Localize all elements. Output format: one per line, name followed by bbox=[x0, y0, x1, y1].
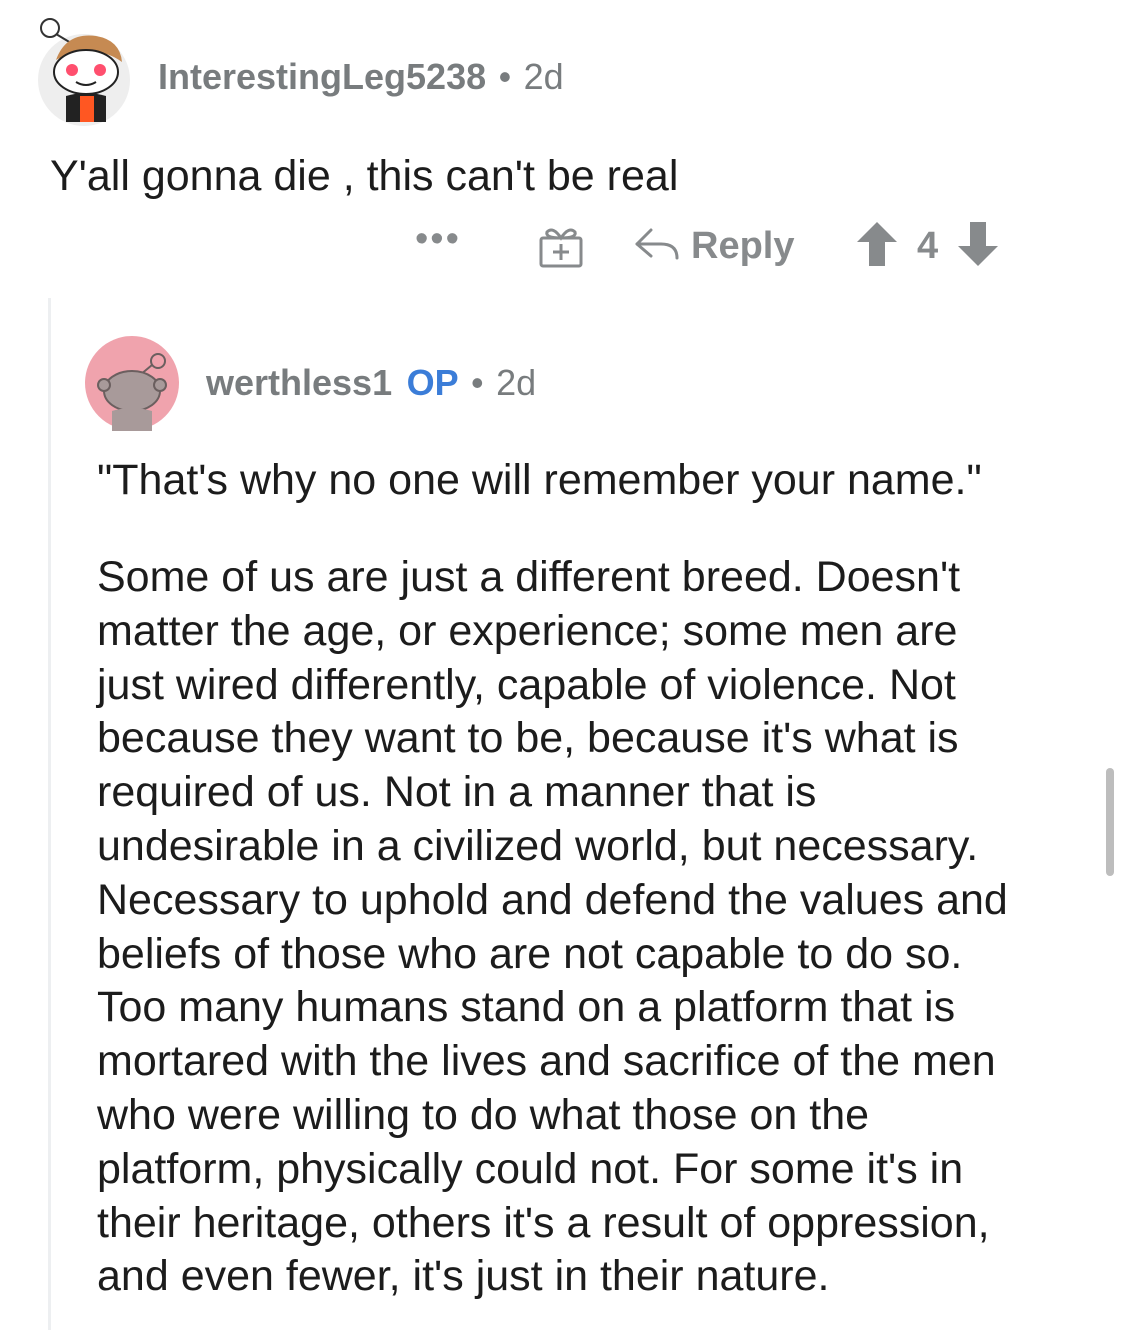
thread-line[interactable] bbox=[48, 298, 51, 1330]
avatar[interactable] bbox=[36, 10, 132, 126]
reply-button[interactable]: Reply bbox=[633, 218, 794, 274]
comment-text: Y'all gonna die , this can't be real bbox=[50, 152, 679, 200]
reply-quote: "That's why no one will remember your na… bbox=[97, 456, 982, 504]
upvote-arrow-icon[interactable] bbox=[855, 220, 899, 273]
vote-controls: 4 bbox=[855, 218, 1000, 274]
gift-icon[interactable] bbox=[537, 222, 585, 270]
op-badge: OP bbox=[406, 362, 459, 403]
reply-header: werthless1 OP • 2d bbox=[206, 362, 536, 404]
comment-header: InterestingLeg5238 • 2d bbox=[158, 56, 564, 98]
body-line: matter the age, or experience; some men … bbox=[97, 606, 958, 655]
comment-age: 2d bbox=[523, 56, 564, 97]
body-line: undesirable in a civilized world, but ne… bbox=[97, 821, 979, 870]
separator-dot: • bbox=[498, 56, 512, 97]
comment-age: 2d bbox=[496, 362, 537, 403]
body-line: mortared with the lives and sacrifice of… bbox=[97, 1037, 996, 1086]
more-options-button[interactable]: ••• bbox=[415, 218, 461, 261]
reply-body: Some of us are just a different breed. D… bbox=[97, 551, 1087, 1304]
body-line: required of us. Not in a manner that is bbox=[97, 768, 817, 817]
username[interactable]: InterestingLeg5238 bbox=[158, 56, 486, 97]
body-line: platform, physically could not. For some… bbox=[97, 1144, 964, 1193]
body-line: beliefs of those who are not capable to … bbox=[97, 929, 963, 978]
op-avatar[interactable] bbox=[84, 335, 180, 431]
body-line: Some of us are just a different breed. D… bbox=[97, 553, 961, 601]
username[interactable]: werthless1 bbox=[206, 362, 392, 403]
body-line: because they want to be, because it's wh… bbox=[97, 714, 959, 763]
separator-dot: • bbox=[471, 362, 484, 403]
reply-arrow-icon bbox=[633, 224, 681, 269]
body-line: and even fewer, it's just in their natur… bbox=[97, 1252, 830, 1301]
body-line: who were willing to do what those on the bbox=[97, 1090, 870, 1139]
comment-action-bar: ••• Reply 4 bbox=[415, 218, 1035, 278]
vote-count: 4 bbox=[917, 224, 939, 267]
scrollbar[interactable] bbox=[1106, 768, 1114, 876]
body-line: their heritage, others it's a result of … bbox=[97, 1198, 990, 1247]
body-line: Too many humans stand on a platform that… bbox=[97, 983, 956, 1032]
body-line: Necessary to uphold and defend the value… bbox=[97, 875, 1008, 924]
reply-label: Reply bbox=[691, 224, 795, 267]
downvote-arrow-icon[interactable] bbox=[956, 220, 1000, 273]
body-line: just wired differently, capable of viole… bbox=[97, 660, 956, 709]
